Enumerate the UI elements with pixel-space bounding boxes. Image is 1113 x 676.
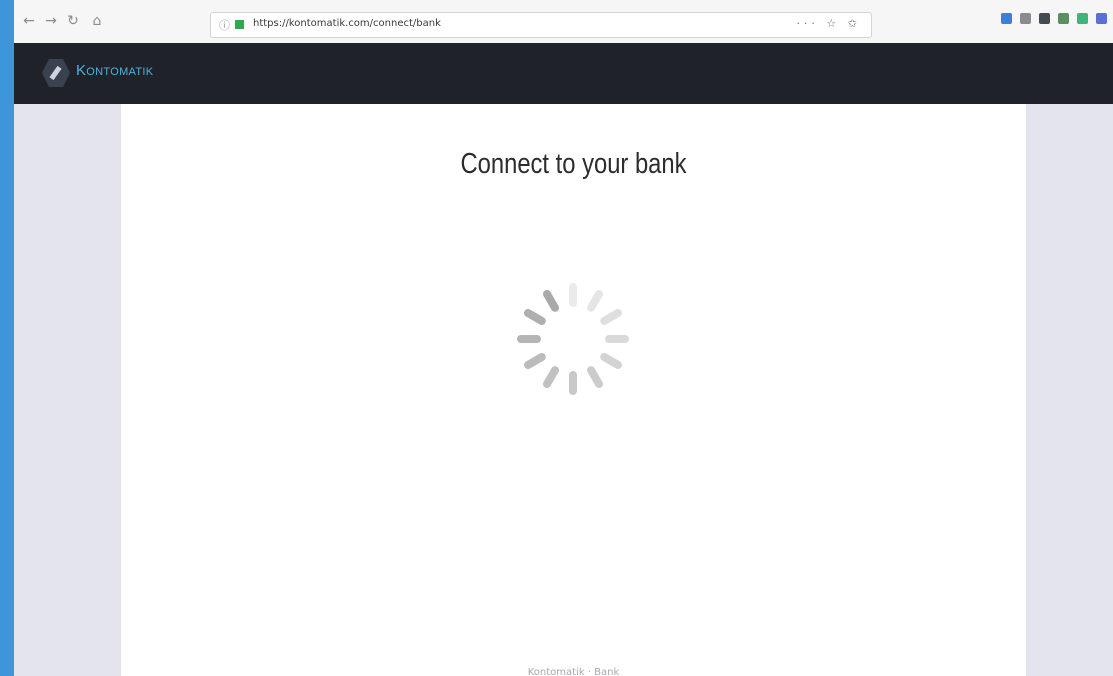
toolbar-icons bbox=[1001, 13, 1107, 24]
spinner-bar bbox=[600, 309, 623, 325]
lock-icon[interactable] bbox=[235, 20, 244, 29]
info-icon[interactable]: ⓘ bbox=[219, 17, 230, 33]
app-header: Kontomatik bbox=[14, 43, 1113, 104]
spinner-bar bbox=[543, 289, 559, 312]
spinner-bar bbox=[543, 366, 559, 389]
spinner-bar bbox=[569, 283, 577, 307]
spinner-bar bbox=[569, 371, 577, 395]
addon-icon[interactable] bbox=[1077, 13, 1088, 24]
back-icon[interactable]: ← bbox=[20, 12, 38, 30]
page-actions-icon[interactable]: ··· ☆ ✩ bbox=[796, 17, 861, 30]
sidebar-icon[interactable] bbox=[1039, 13, 1050, 24]
spinner-bar bbox=[523, 309, 546, 325]
footer-link[interactable]: Kontomatik · Bank bbox=[121, 667, 1026, 676]
spinner-bar bbox=[587, 289, 603, 312]
kontomatik-logo-icon[interactable] bbox=[42, 59, 70, 87]
spinner-bar bbox=[523, 353, 546, 369]
address-bar[interactable]: ⓘ https://kontomatik.com/connect/bank ··… bbox=[210, 12, 872, 38]
forward-icon[interactable]: → bbox=[42, 12, 60, 30]
reload-icon[interactable]: ↻ bbox=[64, 12, 82, 30]
spinner-bar bbox=[605, 335, 629, 343]
spinner-bar bbox=[600, 353, 623, 369]
pocket-icon[interactable] bbox=[1001, 13, 1012, 24]
url-text[interactable]: https://kontomatik.com/connect/bank bbox=[253, 18, 441, 29]
library-icon[interactable] bbox=[1020, 13, 1031, 24]
spinner-bar bbox=[517, 335, 541, 343]
connect-panel: Connect to your bank Kontomatik · Bank bbox=[121, 104, 1026, 676]
extension-icon[interactable] bbox=[1058, 13, 1069, 24]
page-title: Connect to your bank bbox=[460, 148, 687, 180]
brand-name[interactable]: Kontomatik bbox=[76, 62, 153, 79]
loading-spinner-icon bbox=[517, 283, 629, 395]
spinner-bar bbox=[587, 366, 603, 389]
browser-toolbar: ← → ↻ ⌂ ⓘ https://kontomatik.com/connect… bbox=[14, 0, 1113, 44]
home-icon[interactable]: ⌂ bbox=[88, 12, 106, 30]
desktop-edge bbox=[0, 0, 14, 676]
screenshot-icon[interactable] bbox=[1096, 13, 1107, 24]
